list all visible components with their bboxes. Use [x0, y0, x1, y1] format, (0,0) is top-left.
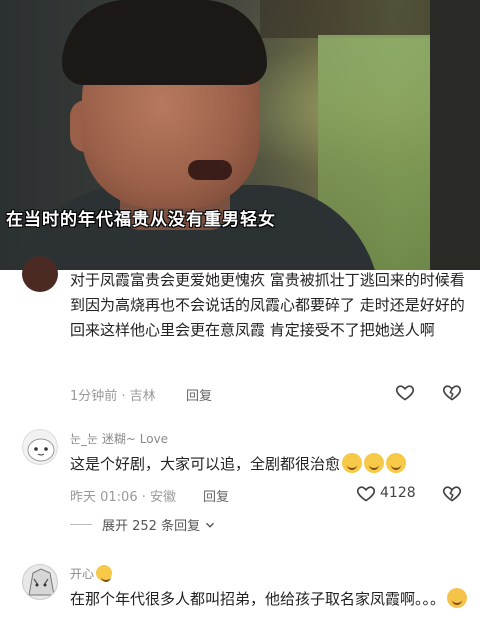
- comment-username-text: 开心: [70, 567, 95, 581]
- heart-outline-icon: [356, 486, 376, 502]
- comment-username[interactable]: 开心: [70, 565, 113, 582]
- like-button[interactable]: [395, 382, 415, 402]
- grinning-face-icon: [342, 453, 363, 473]
- grinning-face-icon: [364, 453, 385, 473]
- expand-replies-button[interactable]: 展开 252 条回复: [70, 515, 217, 534]
- comment-time-location: 1分钟前 · 吉林: [70, 389, 156, 404]
- reply-button[interactable]: 回复: [186, 385, 212, 404]
- video-frame[interactable]: 在当时的年代福贵从没有重男轻女: [0, 0, 480, 270]
- actor-hair: [62, 0, 267, 85]
- grinning-face-icon: [96, 565, 113, 582]
- dislike-button[interactable]: [442, 382, 462, 402]
- actor-mouth: [188, 160, 232, 180]
- comment-text-content: 在那个年代很多人都叫招弟，他给孩子取名家凤霞啊。。。: [70, 590, 446, 608]
- wooden-pillar: [430, 0, 480, 270]
- heart-outline-icon: [395, 385, 415, 401]
- avatar[interactable]: [22, 256, 58, 292]
- chevron-down-icon: [206, 522, 215, 528]
- dislike-button[interactable]: [442, 483, 462, 503]
- like-count: 4128: [380, 485, 416, 501]
- cartoon-avatar-icon: [27, 438, 55, 462]
- divider-line: [70, 524, 92, 525]
- avatar[interactable]: [22, 429, 58, 465]
- anime-avatar-icon: [28, 568, 55, 596]
- like-button[interactable]: 4128: [356, 483, 416, 503]
- video-subtitle: 在当时的年代福贵从没有重男轻女: [6, 210, 276, 230]
- comment-time-location: 昨天 01:06 · 安徽: [70, 490, 176, 505]
- comment-text: 这是个好剧，大家可以追，全剧都很治愈: [70, 452, 470, 477]
- avatar[interactable]: [22, 564, 58, 600]
- comment-text-content: 这是个好剧，大家可以追，全剧都很治愈: [70, 455, 341, 473]
- broken-heart-icon: [442, 486, 462, 502]
- comment-text: 在那个年代很多人都叫招弟，他给孩子取名家凤霞啊。。。: [70, 587, 470, 612]
- comment-text: 对于凤霞富贵会更爱她更愧疚 富贵被抓壮丁逃回来的时候看到因为高烧再也不会说话的凤…: [70, 271, 465, 339]
- broken-heart-icon: [442, 385, 462, 401]
- expand-replies-label: 展开 252 条回复: [102, 519, 201, 534]
- reply-button[interactable]: 回复: [203, 486, 229, 505]
- comment-username[interactable]: 눈_눈 迷糊~ Love: [70, 430, 168, 447]
- grinning-face-icon: [386, 453, 407, 473]
- sad-face-icon: [447, 588, 468, 608]
